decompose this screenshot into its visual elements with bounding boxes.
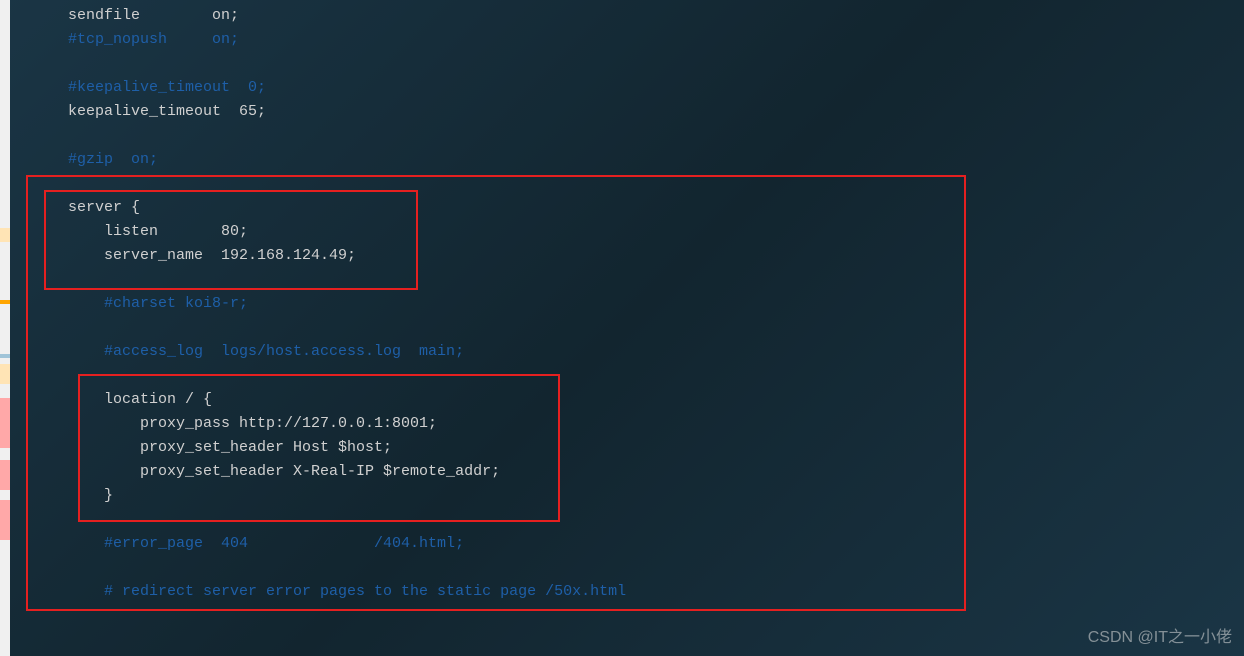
- code-line-empty: [68, 316, 1244, 340]
- code-line-comment: # redirect server error pages to the sta…: [68, 580, 1244, 604]
- code-line-empty: [68, 124, 1244, 148]
- code-line: location / {: [68, 388, 1244, 412]
- code-line: proxy_set_header X-Real-IP $remote_addr;: [68, 460, 1244, 484]
- code-line-empty: [68, 52, 1244, 76]
- code-line: }: [68, 484, 1244, 508]
- code-line: proxy_pass http://127.0.0.1:8001;: [68, 412, 1244, 436]
- watermark-text: CSDN @IT之一小佬: [1088, 626, 1232, 650]
- code-line: server {: [68, 196, 1244, 220]
- code-line-empty: [68, 268, 1244, 292]
- code-line: server_name 192.168.124.49;: [68, 244, 1244, 268]
- code-line-comment: #gzip on;: [68, 148, 1244, 172]
- code-line-empty: [68, 556, 1244, 580]
- code-line-empty: [68, 364, 1244, 388]
- code-line: keepalive_timeout 65;: [68, 100, 1244, 124]
- code-line-comment: #error_page 404 /404.html;: [68, 532, 1244, 556]
- code-line-comment: #charset koi8-r;: [68, 292, 1244, 316]
- code-line: proxy_set_header Host $host;: [68, 436, 1244, 460]
- code-line-empty: [68, 508, 1244, 532]
- code-line-comment: #tcp_nopush on;: [68, 28, 1244, 52]
- code-line-comment: #access_log logs/host.access.log main;: [68, 340, 1244, 364]
- code-line-comment: #keepalive_timeout 0;: [68, 76, 1244, 100]
- code-line-empty: [68, 172, 1244, 196]
- code-editor: sendfile on; #tcp_nopush on; #keepalive_…: [0, 0, 1244, 604]
- code-line: sendfile on;: [68, 4, 1244, 28]
- code-line: listen 80;: [68, 220, 1244, 244]
